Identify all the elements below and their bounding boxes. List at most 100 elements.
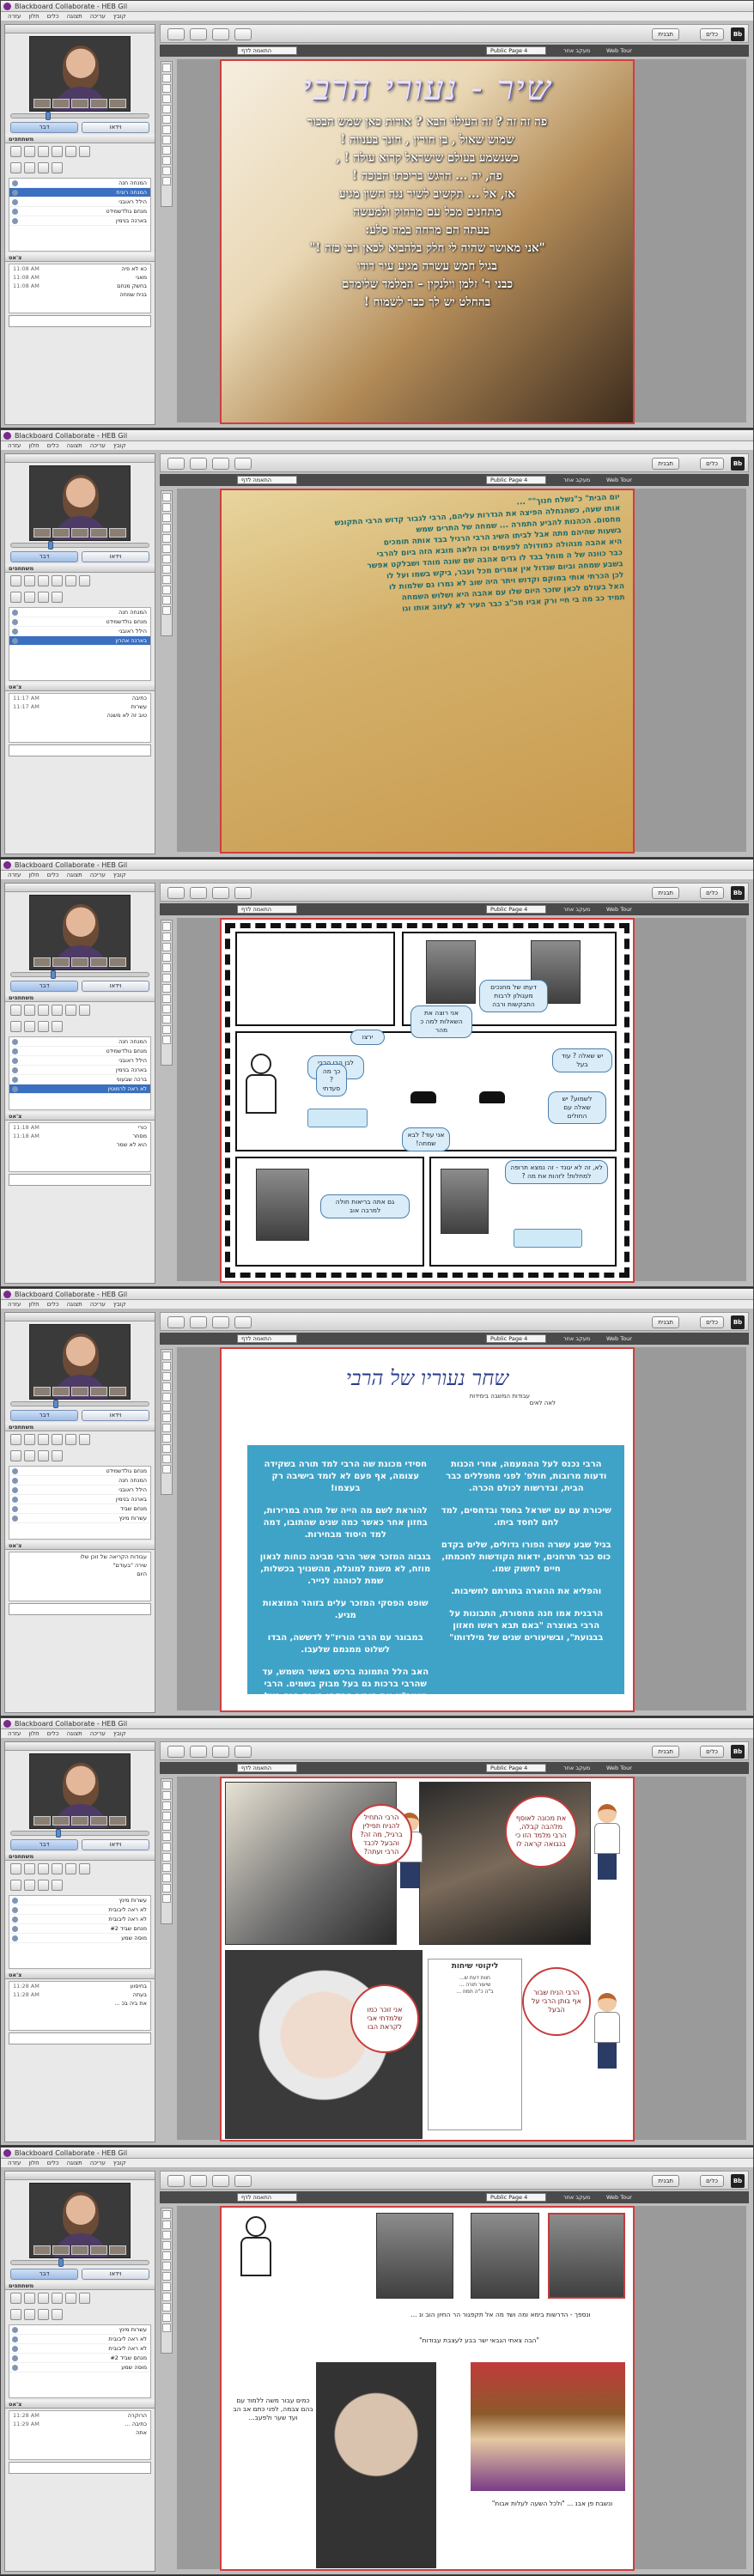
menu-item[interactable]: עריכה [90, 442, 106, 449]
menu-item[interactable]: כלים [47, 442, 59, 449]
zoom-icon[interactable] [162, 177, 171, 185]
app-share-icon[interactable] [190, 458, 207, 470]
menu-item[interactable]: עריכה [90, 2160, 106, 2166]
participant-tool-icon[interactable] [65, 146, 76, 157]
menu-item[interactable]: עזרה [8, 13, 21, 20]
participant-tool-icon[interactable] [10, 1005, 21, 1016]
permission-icon[interactable] [24, 1021, 35, 1032]
participant-tool-icon[interactable] [38, 1005, 49, 1016]
zoom-icon[interactable] [162, 606, 171, 615]
zoom-icon[interactable] [162, 1894, 171, 1903]
web-tour-icon[interactable] [234, 1316, 252, 1328]
participant-tool-icon[interactable] [38, 1863, 49, 1874]
talk-button[interactable]: דבר [10, 981, 78, 992]
talk-button[interactable]: דבר [10, 1410, 78, 1421]
video-thumbnail[interactable] [90, 1816, 107, 1826]
web-tour-icon[interactable] [234, 887, 252, 899]
participant-tool-icon[interactable] [65, 1863, 76, 1874]
line-icon[interactable] [162, 534, 171, 543]
participant-item[interactable]: בארנה בנימין [9, 216, 150, 226]
menu-item[interactable]: חלון [28, 2160, 39, 2166]
permission-icon[interactable] [38, 162, 49, 173]
participant-tool-icon[interactable] [10, 1434, 21, 1445]
participant-item[interactable]: בארנה בנימין [9, 1066, 150, 1075]
participant-tool-icon[interactable] [38, 1434, 49, 1445]
pen-icon[interactable] [162, 2231, 171, 2239]
participant-tool-icon[interactable] [38, 146, 49, 157]
participant-item[interactable]: לא ראה ליבובית [9, 2344, 150, 2354]
screen-icon[interactable] [162, 1884, 171, 1893]
app-share-icon[interactable] [190, 28, 207, 40]
zoom-icon[interactable] [162, 1036, 171, 1044]
volume-slider-knob[interactable] [56, 1829, 61, 1838]
menu-item[interactable]: כלים [47, 13, 59, 20]
image-icon[interactable] [162, 1005, 171, 1013]
tools-button[interactable]: כלים [700, 1316, 724, 1328]
participant-item[interactable]: מנחם גולדשמידט [9, 617, 150, 627]
app-share-icon[interactable] [190, 2175, 207, 2187]
pointer-icon[interactable] [162, 1352, 171, 1360]
ellipse-icon[interactable] [162, 1413, 171, 1422]
participant-tool-icon[interactable] [24, 146, 35, 157]
whiteboard-icon[interactable] [212, 1746, 229, 1758]
video-thumbnail[interactable] [33, 1816, 51, 1826]
video-thumbnail[interactable] [90, 2245, 107, 2255]
participant-item[interactable]: הילל ראובני [9, 1056, 150, 1066]
text-icon[interactable] [162, 2241, 171, 2250]
hand-raise-icon[interactable] [167, 28, 185, 40]
menu-item[interactable]: כלים [47, 872, 59, 878]
participant-tool-icon[interactable] [79, 1434, 90, 1445]
menu-item[interactable]: קובץ [113, 13, 126, 20]
permission-icon[interactable] [10, 1450, 21, 1461]
participant-item[interactable]: עשרות מינץ [9, 1896, 150, 1905]
tools-button[interactable]: כלים [700, 1746, 724, 1758]
participant-item[interactable]: מנחם שביד #2 [9, 2354, 150, 2363]
participant-item[interactable]: המנחה חנה [9, 179, 150, 188]
text-icon[interactable] [162, 524, 171, 532]
permission-icon[interactable] [52, 592, 63, 603]
arrow-icon[interactable] [162, 1791, 171, 1800]
chat-input[interactable] [9, 1174, 151, 1186]
participant-item[interactable]: הילל ראובני [9, 627, 150, 636]
participant-tool-icon[interactable] [52, 1005, 63, 1016]
volume-slider-knob[interactable] [46, 112, 51, 120]
volume-slider-knob[interactable] [53, 1400, 58, 1408]
participant-tool-icon[interactable] [79, 146, 90, 157]
rect-icon[interactable] [162, 2262, 171, 2270]
video-thumbnail[interactable] [90, 528, 107, 538]
layout-button[interactable]: תבנית [652, 887, 679, 899]
line-icon[interactable] [162, 1393, 171, 1401]
menu-item[interactable]: עזרה [8, 1730, 21, 1737]
video-button[interactable]: וידאו [82, 551, 149, 562]
tools-button[interactable]: כלים [700, 2175, 724, 2187]
menu-item[interactable]: כלים [47, 1730, 59, 1737]
permission-icon[interactable] [52, 1021, 63, 1032]
web-tour-icon[interactable] [234, 2175, 252, 2187]
text-icon[interactable] [162, 1382, 171, 1391]
video-thumbnail[interactable] [71, 1816, 88, 1826]
participant-tool-icon[interactable] [52, 1434, 63, 1445]
text-icon[interactable] [162, 953, 171, 962]
whiteboard-icon[interactable] [212, 1316, 229, 1328]
participant-item[interactable]: מנחם שביד #2 [9, 1924, 150, 1934]
video-button[interactable]: וידאו [82, 981, 149, 992]
menu-item[interactable]: קובץ [113, 1730, 126, 1737]
web-tour-icon[interactable] [234, 28, 252, 40]
screen-icon[interactable] [162, 2313, 171, 2322]
hand-raise-icon[interactable] [167, 1316, 185, 1328]
menu-item[interactable]: תצוגה [67, 872, 82, 878]
video-thumbnail[interactable] [33, 957, 51, 967]
pointer-icon[interactable] [162, 1781, 171, 1789]
arrow-icon[interactable] [162, 1362, 171, 1370]
app-share-icon[interactable] [190, 1746, 207, 1758]
participant-tool-icon[interactable] [38, 2293, 49, 2304]
pen-icon[interactable] [162, 513, 171, 522]
participant-item[interactable]: מנחם גולדשמידט [9, 207, 150, 216]
participant-tool-icon[interactable] [52, 575, 63, 586]
talk-button[interactable]: דבר [10, 122, 78, 133]
permission-icon[interactable] [10, 162, 21, 173]
clipart-icon[interactable] [162, 1874, 171, 1882]
pen-icon[interactable] [162, 84, 171, 93]
video-thumbnail[interactable] [109, 1387, 126, 1396]
participant-item[interactable]: לא ראה ליבובית [9, 2335, 150, 2344]
